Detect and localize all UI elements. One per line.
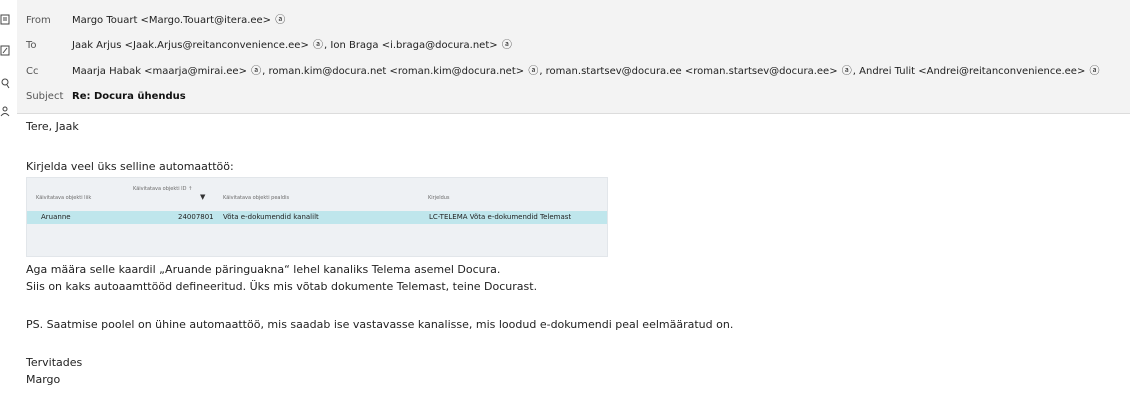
- paragraph-line-2: Siis on kaks autoaamttööd defineeritud. …: [26, 280, 538, 293]
- search-person-icon[interactable]: [0, 78, 11, 89]
- paragraph-line-1: Aga määra selle kaardil „Aruande päringu…: [26, 263, 501, 276]
- to-recipient-2[interactable]: , Ion Braga <i.braga@docura.net>: [324, 40, 498, 51]
- contact-card-icon[interactable]: ⓐ: [502, 36, 512, 56]
- table-cell: 24007801: [178, 213, 214, 221]
- cc-recipient-2[interactable]: , roman.kim@docura.net <roman.kim@docura…: [262, 66, 524, 77]
- to-row: To Jaak Arjus <Jaak.Arjus@reitanconvenien…: [26, 36, 513, 56]
- table-row: Aruanne 24007801 Võta e-dokumendid kanal…: [27, 211, 607, 224]
- cc-recipient-3[interactable]: , roman.startsev@docura.ee <roman.starts…: [539, 66, 837, 77]
- closing: Tervitades: [26, 356, 83, 369]
- subject-label: Subject: [26, 91, 64, 102]
- subject-row: Subject Re: Docura ühendus: [26, 87, 186, 107]
- message-header: From Margo Touart <Margo.Touart@itera.ee>…: [17, 0, 1130, 114]
- table-cell: Võta e-dokumendid kanalilt: [223, 213, 319, 221]
- ps-line: PS. Saatmise poolel on ühine automaattöö…: [26, 318, 734, 331]
- table-cell: Aruanne: [41, 213, 71, 221]
- contact-card-icon[interactable]: ⓐ: [528, 62, 538, 82]
- edit-icon[interactable]: [0, 45, 11, 56]
- contact-card-icon[interactable]: ⓐ: [275, 11, 285, 31]
- table-cell: LC-TELEMA Võta e-dokumendid Telemast: [429, 213, 572, 221]
- from-row: From Margo Touart <Margo.Touart@itera.ee>…: [26, 11, 286, 31]
- column-header: Käivitatava objekti liik: [36, 195, 92, 201]
- cc-label: Cc: [26, 66, 39, 77]
- to-recipient-1[interactable]: Jaak Arjus <Jaak.Arjus@reitanconvenience…: [72, 40, 309, 51]
- intro-line: Kirjelda veel üks selline automaattöö:: [26, 160, 234, 173]
- subject-value: Re: Docura ühendus: [72, 91, 186, 102]
- signature: Margo: [26, 373, 61, 386]
- contact-card-icon[interactable]: ⓐ: [1090, 62, 1100, 82]
- contact-card-icon[interactable]: ⓐ: [251, 62, 261, 82]
- cc-recipient-4[interactable]: , Andrei Tulit <Andrei@reitanconvenience…: [853, 66, 1086, 77]
- contact-card-icon[interactable]: ⓐ: [313, 36, 323, 56]
- column-header: Käivitatava objekti ID ↑: [133, 186, 193, 192]
- column-header: Kirjeldus: [428, 195, 450, 201]
- greeting: Tere, Jaak: [26, 120, 79, 133]
- cc-row: Cc Maarja Habak <maarja@mirai.ee> ⓐ, roma…: [26, 62, 1101, 82]
- message-icon[interactable]: [0, 14, 11, 25]
- left-rail: [0, 0, 16, 397]
- filter-icon: ▼: [200, 193, 206, 201]
- from-label: From: [26, 15, 51, 26]
- contact-card-icon[interactable]: ⓐ: [842, 62, 852, 82]
- embedded-table-image: Käivitatava objekti liik Käivitatava obj…: [26, 177, 608, 257]
- cc-recipient-1[interactable]: Maarja Habak <maarja@mirai.ee>: [72, 66, 247, 77]
- from-value[interactable]: Margo Touart <Margo.Touart@itera.ee>: [72, 15, 271, 26]
- column-header: Käivitatava objekti pealdis: [223, 195, 290, 201]
- person-icon[interactable]: [0, 106, 11, 117]
- to-label: To: [26, 40, 37, 51]
